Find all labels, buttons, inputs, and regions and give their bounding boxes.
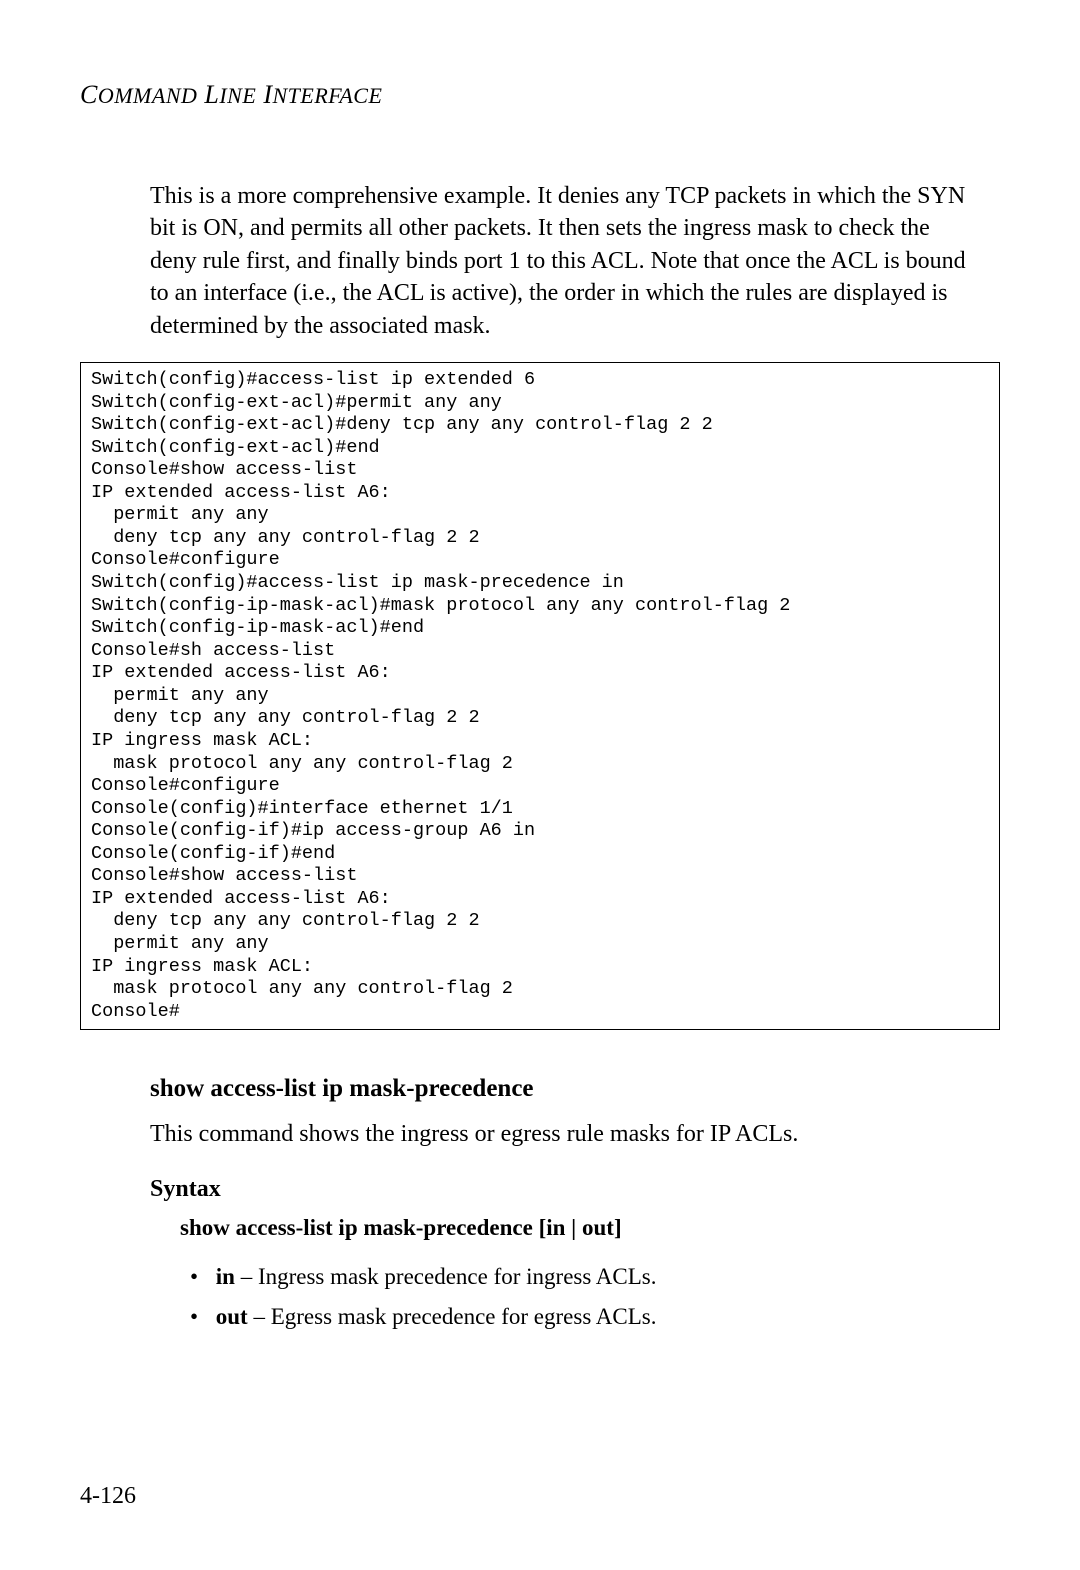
bullet-keyword: out bbox=[216, 1304, 248, 1329]
syntax-command: show access-list ip mask-precedence bbox=[180, 1215, 533, 1240]
syntax-label: Syntax bbox=[150, 1176, 1000, 1203]
section-heading: show access-list ip mask-precedence bbox=[150, 1075, 1000, 1103]
bullet-item-out: • out – Egress mask precedence for egres… bbox=[190, 1299, 1000, 1336]
syntax-bullet-list: • in – Ingress mask precedence for ingre… bbox=[190, 1259, 1000, 1337]
bullet-keyword: in bbox=[216, 1264, 235, 1289]
intro-paragraph: This is a more comprehensive example. It… bbox=[150, 180, 970, 342]
syntax-line: show access-list ip mask-precedence [in … bbox=[180, 1215, 1000, 1241]
bullet-icon: • bbox=[190, 1299, 210, 1336]
bullet-icon: • bbox=[190, 1259, 210, 1296]
bullet-desc: – Ingress mask precedence for ingress AC… bbox=[235, 1264, 657, 1289]
section-description: This command shows the ingress or egress… bbox=[150, 1118, 970, 1150]
bullet-desc: – Egress mask precedence for egress ACLs… bbox=[248, 1304, 657, 1329]
terminal-code-block: Switch(config)#access-list ip extended 6… bbox=[80, 362, 1000, 1030]
header-title-text: COMMAND LINE INTERFACE bbox=[80, 80, 382, 109]
page-number: 4-126 bbox=[80, 1483, 136, 1510]
bullet-item-in: • in – Ingress mask precedence for ingre… bbox=[190, 1259, 1000, 1296]
page-header-title: COMMAND LINE INTERFACE bbox=[80, 80, 1000, 110]
syntax-options-text: [in | out] bbox=[539, 1215, 622, 1240]
